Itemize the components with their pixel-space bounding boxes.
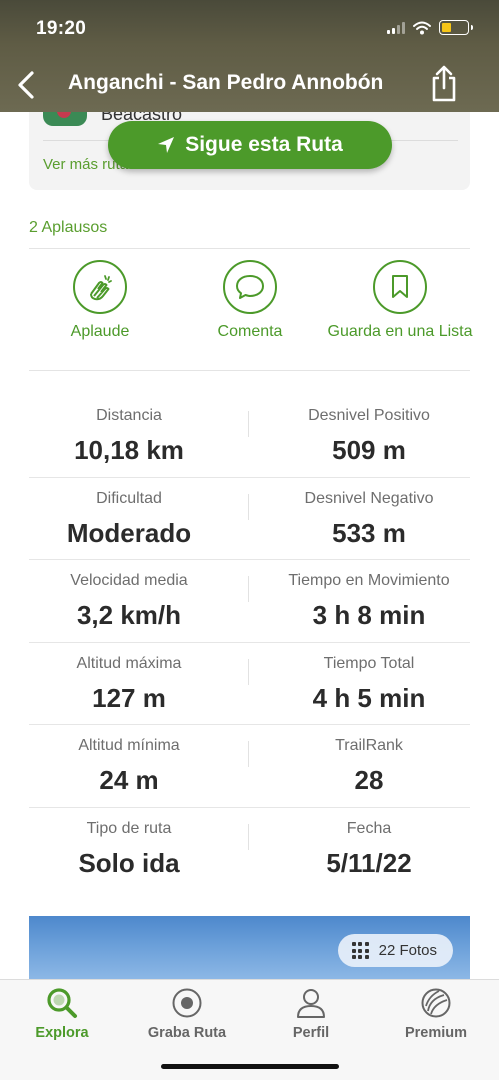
stats-row: Altitud mínima 24 m TrailRank 28 [29, 725, 470, 808]
premium-icon [421, 988, 451, 1018]
applaud-button[interactable]: Aplaude [25, 260, 175, 342]
stat-label: Dificultad [96, 489, 162, 507]
stat-label: Fecha [346, 819, 392, 837]
home-indicator [161, 1064, 339, 1069]
signal-icon [387, 21, 405, 34]
stat-value: 509 m [332, 435, 406, 465]
navigation-arrow-icon [158, 137, 175, 153]
wifi-icon [413, 21, 431, 34]
stat-label: Altitud mínima [78, 737, 180, 755]
stats-row: Dificultad Moderado Desnivel Negativo 533 … [29, 478, 470, 561]
profile-icon [297, 989, 325, 1018]
explore-icon [47, 988, 77, 1018]
stat-label: Altitud máxima [76, 654, 182, 672]
applaud-label: Aplaude [70, 323, 130, 340]
comment-icon [236, 275, 264, 299]
stat-value: 3,2 km/h [76, 600, 182, 631]
stats-row: Tipo de ruta Solo ida Fecha 5/11/22 [29, 808, 470, 891]
stat-label: Desnivel Negativo [304, 489, 434, 507]
record-icon [172, 988, 202, 1018]
tab-label: Explora [35, 1025, 89, 1041]
nav-bar: Anganchi - San Pedro Annobón [0, 64, 499, 106]
status-indicators [387, 20, 473, 35]
photos-badge[interactable]: 22 Fotos [337, 934, 453, 967]
divider [29, 370, 470, 371]
follow-route-button[interactable]: Sigue esta Ruta [108, 121, 392, 169]
stat-label: Tiempo Total [323, 654, 415, 672]
stats-row: Distancia 10,18 km Desnivel Positivo 509 m [29, 395, 470, 478]
tab-perfil[interactable]: Perfil [256, 986, 366, 1041]
stats-row: Altitud máxima 127 m Tiempo Total 4 h 5 mi… [29, 643, 470, 726]
stat-value: 4 h 5 min [312, 682, 426, 713]
stats-row: Velocidad media 3,2 km/h Tiempo en Movimi… [29, 560, 470, 643]
route-photo[interactable]: 22 Fotos [29, 916, 470, 980]
stat-value: 28 [354, 765, 384, 796]
back-arrow-icon[interactable] [12, 68, 42, 102]
share-icon[interactable] [427, 64, 461, 104]
battery-icon [439, 20, 473, 35]
stat-label: TrailRank [335, 737, 403, 755]
stat-value: Solo ida [78, 847, 180, 878]
follow-route-label: Sigue esta Ruta [185, 133, 343, 156]
tab-label: Perfil [292, 1025, 330, 1041]
stat-value: 127 m [92, 682, 166, 713]
comment-button[interactable]: Comenta [175, 260, 325, 342]
save-to-list-button[interactable]: Guarda en una Lista [325, 260, 475, 342]
tab-graba-ruta[interactable]: Graba Ruta [132, 986, 242, 1041]
photos-count: 22 Fotos [378, 942, 437, 959]
tab-premium[interactable]: Premium [381, 986, 491, 1041]
stat-value: 10,18 km [74, 435, 184, 465]
stat-label: Tiempo en Movimiento [288, 572, 450, 590]
tab-label: Premium [404, 1025, 468, 1041]
applause-count[interactable]: 2 Aplausos [29, 219, 107, 237]
status-time: 19:20 [36, 18, 87, 39]
stat-label: Tipo de ruta [86, 819, 172, 837]
stat-value: 533 m [332, 517, 406, 548]
stat-value: Moderado [66, 517, 192, 548]
stat-value: 24 m [99, 765, 159, 796]
grid-icon [351, 942, 369, 959]
comment-label: Comenta [217, 323, 283, 340]
tab-label: Graba Ruta [147, 1025, 227, 1041]
action-row: Aplaude Comenta Guarda en una Lista [29, 260, 473, 370]
bookmark-icon [392, 275, 408, 298]
stat-label: Distancia [96, 407, 162, 424]
stats-grid: Distancia 10,18 km Desnivel Positivo 509 m… [29, 395, 470, 891]
stat-label: Desnivel Positivo [308, 407, 430, 424]
top-header: 19:20 Anganchi - San Pedro Annobón [0, 0, 499, 112]
stat-label: Velocidad media [70, 572, 188, 590]
page-title: Anganchi - San Pedro Annobón [68, 71, 384, 94]
save-to-list-label: Guarda en una Lista [327, 323, 473, 340]
stat-value: 5/11/22 [326, 847, 412, 878]
status-bar: 19:20 [36, 18, 473, 42]
tab-explora[interactable]: Explora [7, 986, 117, 1041]
clap-icon [90, 275, 112, 301]
divider [29, 248, 470, 249]
stat-value: 3 h 8 min [312, 600, 426, 631]
